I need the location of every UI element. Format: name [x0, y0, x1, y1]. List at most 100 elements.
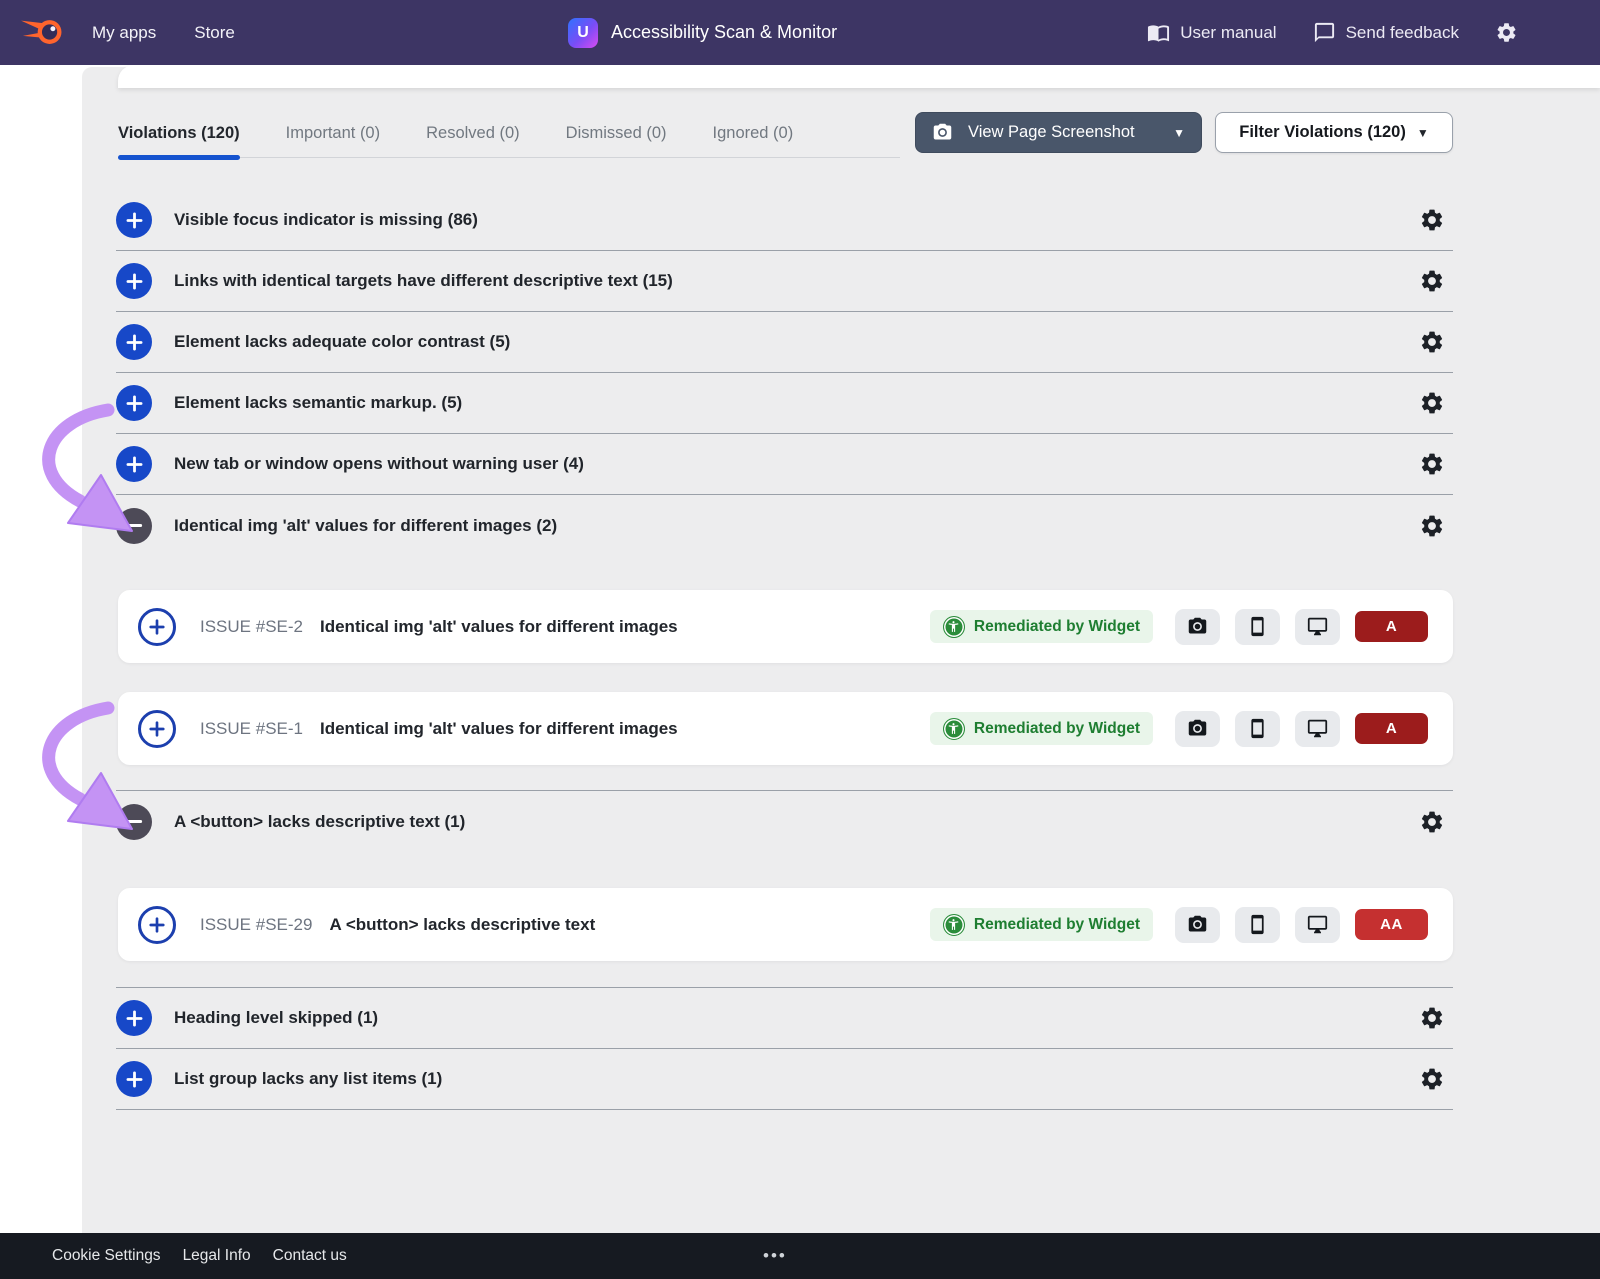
footer-cookie-settings-link[interactable]: Cookie Settings [52, 1247, 161, 1265]
issue-title: A <button> lacks descriptive text [329, 915, 595, 935]
violation-group-title: A <button> lacks descriptive text (1) [174, 812, 465, 832]
violation-group-row-expanded: A <button> lacks descriptive text (1) [116, 791, 1453, 852]
issue-desktop-button[interactable] [1295, 907, 1340, 943]
expand-issue-button[interactable] [138, 608, 176, 646]
desktop-icon [1307, 718, 1328, 739]
group-settings-button[interactable] [1419, 513, 1445, 539]
chat-bubble-icon [1313, 21, 1336, 44]
mobile-icon [1247, 718, 1268, 739]
issue-mobile-button[interactable] [1235, 907, 1280, 943]
gear-icon [1419, 207, 1445, 233]
app-footer: Cookie Settings Legal Info Contact us ••… [0, 1233, 1600, 1279]
plus-outline-icon [147, 719, 167, 739]
issue-screenshot-button[interactable] [1175, 907, 1220, 943]
issue-card: ISSUE #SE-29 A <button> lacks descriptiv… [118, 888, 1453, 961]
violation-group-title: Visible focus indicator is missing (86) [174, 210, 478, 230]
camera-icon [1187, 718, 1208, 739]
group-settings-button[interactable] [1419, 268, 1445, 294]
tab-resolved[interactable]: Resolved (0) [426, 110, 520, 158]
header-nav: My apps Store [92, 23, 235, 43]
issue-screenshot-button[interactable] [1175, 609, 1220, 645]
gear-icon [1419, 451, 1445, 477]
wcag-level-badge: AA [1355, 909, 1428, 940]
group-settings-button[interactable] [1419, 390, 1445, 416]
gear-icon [1419, 390, 1445, 416]
issues-list: ISSUE #SE-2 Identical img 'alt' values f… [116, 556, 1453, 791]
gear-icon [1419, 329, 1445, 355]
issue-id: ISSUE #SE-29 [200, 915, 312, 935]
violation-group-row: Links with identical targets have differ… [116, 251, 1453, 312]
footer-legal-info-link[interactable]: Legal Info [183, 1247, 251, 1265]
violation-group-row: Element lacks adequate color contrast (5… [116, 312, 1453, 373]
issue-card: ISSUE #SE-2 Identical img 'alt' values f… [118, 590, 1453, 663]
header-settings-button[interactable] [1495, 21, 1518, 44]
violation-group-row: New tab or window opens without warning … [116, 434, 1453, 495]
wcag-level-badge: A [1355, 713, 1428, 744]
send-feedback-link[interactable]: Send feedback [1313, 21, 1459, 44]
user-manual-link[interactable]: User manual [1147, 21, 1276, 44]
app-header: My apps Store U Accessibility Scan & Mon… [0, 0, 1600, 65]
expand-group-button[interactable] [116, 1000, 152, 1036]
expand-group-button[interactable] [116, 202, 152, 238]
violation-tabs: Violations (120) Important (0) Resolved … [118, 110, 900, 158]
violation-group-title: Identical img 'alt' values for different… [174, 516, 557, 536]
plus-circle-icon [124, 332, 145, 353]
issue-screenshot-button[interactable] [1175, 711, 1220, 747]
issue-title: Identical img 'alt' values for different… [320, 617, 678, 637]
accessibility-icon [943, 914, 965, 936]
tab-violations[interactable]: Violations (120) [118, 110, 240, 158]
issues-list: ISSUE #SE-29 A <button> lacks descriptiv… [116, 852, 1453, 988]
plus-circle-icon [124, 210, 145, 231]
camera-icon [1187, 914, 1208, 935]
footer-more-button[interactable]: ••• [763, 1233, 787, 1279]
app-logo-icon: U [568, 18, 598, 48]
expand-issue-button[interactable] [138, 906, 176, 944]
expand-group-button[interactable] [116, 263, 152, 299]
annotation-arrow [28, 696, 148, 866]
view-page-screenshot-button[interactable]: View Page Screenshot ▼ [915, 112, 1202, 153]
book-icon [1147, 21, 1170, 44]
accessibility-icon [943, 616, 965, 638]
wcag-level-badge: A [1355, 611, 1428, 642]
tab-important[interactable]: Important (0) [286, 110, 380, 158]
desktop-icon [1307, 914, 1328, 935]
caret-down-icon: ▼ [1173, 126, 1185, 140]
remediated-badge: Remediated by Widget [930, 908, 1153, 941]
footer-contact-us-link[interactable]: Contact us [273, 1247, 347, 1265]
remediated-badge: Remediated by Widget [930, 712, 1153, 745]
violation-group-row: List group lacks any list items (1) [116, 1049, 1453, 1110]
issue-desktop-button[interactable] [1295, 711, 1340, 747]
issue-desktop-button[interactable] [1295, 609, 1340, 645]
group-settings-button[interactable] [1419, 329, 1445, 355]
issue-mobile-button[interactable] [1235, 609, 1280, 645]
issue-id: ISSUE #SE-1 [200, 719, 303, 739]
app-title-block: U Accessibility Scan & Monitor [568, 0, 837, 65]
violation-group-title: New tab or window opens without warning … [174, 454, 584, 474]
nav-my-apps[interactable]: My apps [92, 23, 156, 43]
expand-group-button[interactable] [116, 324, 152, 360]
violation-group-row: Heading level skipped (1) [116, 988, 1453, 1049]
group-settings-button[interactable] [1419, 1066, 1445, 1092]
group-settings-button[interactable] [1419, 451, 1445, 477]
caret-down-icon: ▼ [1417, 126, 1429, 140]
expand-group-button[interactable] [116, 1061, 152, 1097]
nav-store[interactable]: Store [194, 23, 235, 43]
semrush-logo-icon[interactable] [18, 13, 64, 53]
violation-group-row-expanded: Identical img 'alt' values for different… [116, 495, 1453, 556]
mobile-icon [1247, 914, 1268, 935]
plus-circle-icon [124, 1069, 145, 1090]
tab-ignored[interactable]: Ignored (0) [713, 110, 794, 158]
group-settings-button[interactable] [1419, 207, 1445, 233]
group-settings-button[interactable] [1419, 1005, 1445, 1031]
gear-icon [1419, 809, 1445, 835]
issue-mobile-button[interactable] [1235, 711, 1280, 747]
violation-group-row: Element lacks semantic markup. (5) [116, 373, 1453, 434]
violation-group-title: Links with identical targets have differ… [174, 271, 673, 291]
violation-group-title: Element lacks semantic markup. (5) [174, 393, 462, 413]
remediated-badge: Remediated by Widget [930, 610, 1153, 643]
group-settings-button[interactable] [1419, 809, 1445, 835]
camera-icon [932, 122, 953, 143]
filter-violations-button[interactable]: Filter Violations (120) ▼ [1215, 112, 1453, 153]
plus-outline-icon [147, 915, 167, 935]
tab-dismissed[interactable]: Dismissed (0) [566, 110, 667, 158]
